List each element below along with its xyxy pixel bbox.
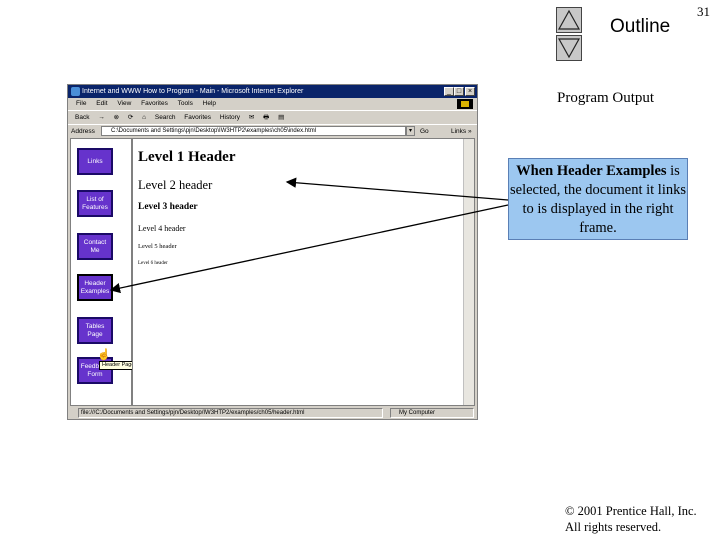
internet-explorer-icon (71, 87, 80, 96)
status-bar: file:///C:/Documents and Settings/pjn/De… (68, 407, 477, 419)
search-button[interactable]: Search (155, 114, 176, 121)
level-6-header: Level 6 header (138, 261, 168, 266)
window-title: Internet and WWW How to Program - Main -… (82, 88, 304, 95)
copyright-line-2: All rights reserved. (565, 520, 662, 534)
callout-box: When Header Examples is selected, the do… (508, 158, 688, 240)
callout-bold-lead: When Header Examples (516, 163, 667, 179)
back-button[interactable]: Back (75, 114, 89, 121)
level-5-header: Level 5 header (138, 243, 177, 250)
edit-button[interactable]: ▤ (278, 114, 284, 121)
page-number: 31 (697, 4, 710, 19)
minimize-button[interactable]: _ (444, 87, 454, 96)
menu-bar: File Edit View Favorites Tools Help (68, 98, 477, 110)
history-button[interactable]: History (220, 114, 240, 121)
menu-file[interactable]: File (76, 100, 86, 107)
copyright-line-1: © 2001 Prentice Hall, Inc. (565, 504, 697, 518)
menu-view[interactable]: View (117, 100, 131, 107)
address-dropdown-button[interactable]: ▾ (406, 126, 415, 136)
browser-window: Internet and WWW How to Program - Main -… (67, 84, 478, 420)
triangle-down-icon (557, 38, 581, 59)
refresh-button[interactable]: ⟳ (128, 114, 133, 121)
address-input[interactable]: C:\Documents and Settings\pjn\Desktop\IW… (101, 126, 406, 136)
maximize-button[interactable]: □ (454, 87, 464, 96)
menu-tools[interactable]: Tools (178, 100, 193, 107)
address-bar: Address C:\Documents and Settings\pjn\De… (68, 124, 477, 138)
go-button[interactable]: Go (420, 125, 429, 138)
nav-button-header-examples[interactable]: Header Examples (77, 274, 113, 301)
security-zone: My Computer (390, 408, 474, 418)
level-2-header: Level 2 header (138, 178, 213, 192)
address-label: Address (71, 128, 95, 135)
links-button[interactable]: Links » (451, 125, 472, 138)
copyright: © 2001 Prentice Hall, Inc. All rights re… (565, 503, 697, 535)
menu-help[interactable]: Help (203, 100, 216, 107)
content-frame: Level 1 Header Level 2 header Level 3 he… (132, 138, 475, 406)
toolbar: Back → ⊗ ⟳ ⌂ Search Favorites History ✉ … (68, 110, 477, 125)
triangle-up-icon (557, 9, 581, 30)
next-slide-button[interactable] (556, 35, 582, 61)
content-scrollbar[interactable] (463, 139, 474, 405)
nav-button-links[interactable]: Links (77, 148, 113, 175)
menu-edit[interactable]: Edit (96, 100, 107, 107)
mail-button[interactable]: ✉ (249, 114, 254, 121)
level-3-header: Level 3 header (138, 202, 198, 212)
navigation-frame: Links List of Features Contact Me Header… (70, 138, 138, 406)
nav-button-contact-me[interactable]: Contact Me (77, 233, 113, 260)
previous-slide-button[interactable] (556, 7, 582, 33)
hand-cursor-icon: ☝ (97, 349, 111, 361)
status-text: file:///C:/Documents and Settings/pjn/De… (78, 408, 383, 418)
close-button[interactable]: × (465, 87, 475, 96)
home-button[interactable]: ⌂ (142, 114, 146, 121)
level-1-header: Level 1 Header (138, 149, 236, 165)
print-button[interactable]: 🖶 (263, 114, 269, 121)
stop-button[interactable]: ⊗ (114, 114, 119, 121)
forward-button[interactable]: → (98, 114, 105, 121)
title-bar: Internet and WWW How to Program - Main -… (68, 85, 477, 98)
nav-button-tables-page[interactable]: Tables Page (77, 317, 113, 344)
favorites-button[interactable]: Favorites (184, 114, 211, 121)
section-title: Program Output (557, 90, 655, 106)
windows-flag-icon (457, 99, 473, 109)
outline-link[interactable]: Outline (610, 16, 670, 38)
level-4-header: Level 4 header (138, 224, 186, 233)
menu-favorites[interactable]: Favorites (141, 100, 168, 107)
nav-button-list-of-features[interactable]: List of Features (77, 190, 113, 217)
